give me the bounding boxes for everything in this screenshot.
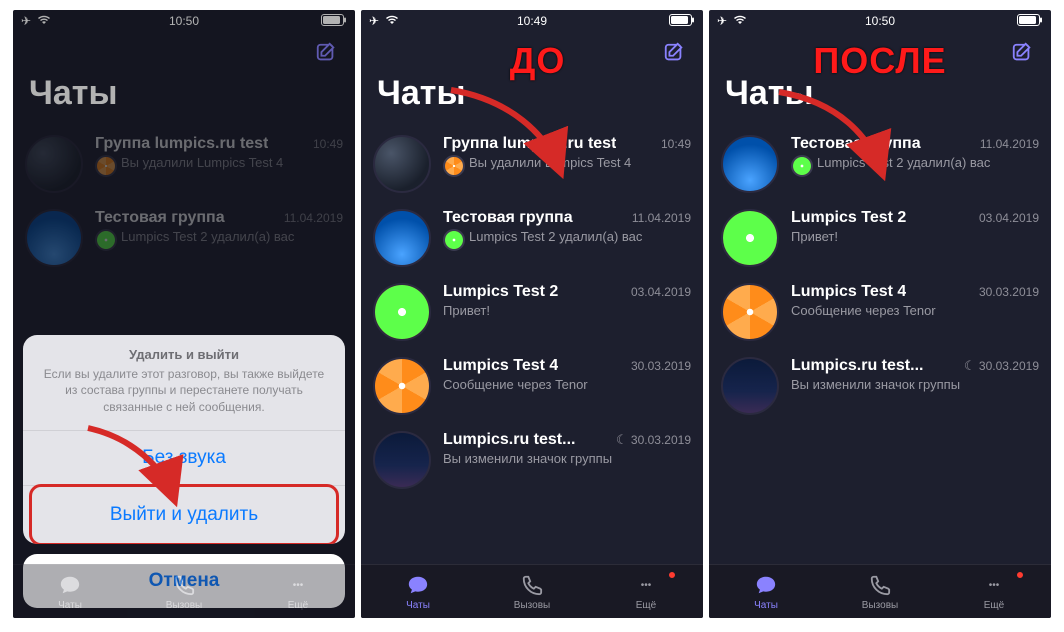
chat-snippet: Вы изменили значок группы bbox=[443, 451, 691, 467]
chat-time: 03.04.2019 bbox=[979, 211, 1039, 225]
chat-row[interactable]: Группа lumpics.ru test 10:49 Вы удалили L… bbox=[361, 127, 703, 201]
chat-avatar bbox=[721, 135, 779, 193]
sheet-description: Если вы удалите этот разговор, вы также … bbox=[23, 366, 345, 430]
chat-time: 11.04.2019 bbox=[632, 211, 691, 225]
chat-name: Lumpics Test 2 bbox=[791, 209, 906, 227]
chat-name: Lumpics Test 2 bbox=[443, 283, 558, 301]
screenshot-panel-1: ✈︎ 10:50 Чаты Группа lumpics.ru test 10:… bbox=[13, 10, 355, 618]
chat-row[interactable]: Lumpics.ru test... ☾ 30.03.2019 Вы изменил… bbox=[709, 349, 1051, 423]
chat-list: Группа lumpics.ru test 10:49 Вы удалили L… bbox=[361, 127, 703, 497]
status-bar: ✈︎ 10:50 bbox=[709, 10, 1051, 32]
chat-row[interactable]: Lumpics Test 2 03.04.2019 Привет! bbox=[709, 201, 1051, 275]
wifi-icon bbox=[733, 14, 747, 28]
chat-row[interactable]: Тестовая группа 11.04.2019 Lumpics Test 2… bbox=[709, 127, 1051, 201]
sender-mini-avatar bbox=[443, 229, 465, 251]
chat-avatar bbox=[373, 357, 431, 415]
chat-avatar bbox=[721, 209, 779, 267]
tab-calls[interactable]: Вызовы bbox=[823, 565, 937, 618]
chat-time: 30.03.2019 bbox=[979, 285, 1039, 299]
airplane-mode-icon: ✈︎ bbox=[717, 14, 727, 28]
chat-row[interactable]: Lumpics Test 2 03.04.2019 Привет! bbox=[361, 275, 703, 349]
badge-dot bbox=[667, 570, 677, 580]
chat-snippet: Привет! bbox=[443, 303, 691, 319]
overlay-label-after: ПОСЛЕ bbox=[813, 40, 946, 82]
mute-moon-icon: ☾ bbox=[964, 358, 976, 373]
chat-time: ☾ 30.03.2019 bbox=[612, 432, 691, 448]
tab-calls[interactable]: Вызовы bbox=[127, 565, 241, 618]
chat-row[interactable]: Lumpics Test 4 30.03.2019 Сообщение через… bbox=[709, 275, 1051, 349]
chat-snippet: Lumpics Test 2 удалил(а) вас bbox=[791, 155, 1039, 177]
airplane-mode-icon: ✈︎ bbox=[369, 14, 379, 28]
screenshot-panel-2: ✈︎ 10:49 Чаты Группа lumpics.ru test 10:… bbox=[361, 10, 703, 618]
chat-name: Lumpics Test 4 bbox=[443, 357, 558, 375]
overlay-label-before: ДО bbox=[510, 40, 566, 82]
chat-time: 10:49 bbox=[661, 137, 691, 151]
chat-time: 03.04.2019 bbox=[631, 285, 691, 299]
chat-snippet: Сообщение через Tenor bbox=[791, 303, 1039, 319]
battery-icon bbox=[669, 14, 695, 29]
chat-snippet: Вы удалили Lumpics Test 4 bbox=[443, 155, 691, 177]
chat-name: Lumpics.ru test... bbox=[443, 431, 575, 449]
tab-calls[interactable]: Вызовы bbox=[475, 565, 589, 618]
leave-and-delete-button[interactable]: Выйти и удалить bbox=[32, 488, 336, 542]
chat-avatar bbox=[373, 135, 431, 193]
tab-more[interactable]: •••Ещё bbox=[589, 565, 703, 618]
chat-snippet: Привет! bbox=[791, 229, 1039, 245]
chat-row[interactable]: Lumpics.ru test... ☾ 30.03.2019 Вы изменил… bbox=[361, 423, 703, 497]
status-bar: ✈︎ 10:49 bbox=[361, 10, 703, 32]
tab-chats[interactable]: Чаты bbox=[361, 565, 475, 618]
chat-name: Тестовая группа bbox=[443, 209, 573, 227]
status-time: 10:50 bbox=[865, 14, 895, 28]
status-time: 10:49 bbox=[517, 14, 547, 28]
chat-snippet: Вы изменили значок группы bbox=[791, 377, 1039, 393]
compose-button[interactable] bbox=[661, 40, 687, 66]
mute-moon-icon: ☾ bbox=[616, 432, 628, 447]
sender-mini-avatar bbox=[443, 155, 465, 177]
chat-name: Тестовая группа bbox=[791, 135, 921, 153]
screenshot-panel-3: ✈︎ 10:50 Чаты Тестовая группа 11.04.2019… bbox=[709, 10, 1051, 618]
sheet-title: Удалить и выйти bbox=[23, 335, 345, 366]
highlighted-action: Выйти и удалить bbox=[29, 484, 339, 544]
tab-bar: Чаты Вызовы •••Ещё bbox=[13, 564, 355, 618]
sender-mini-avatar bbox=[791, 155, 813, 177]
chat-avatar bbox=[373, 431, 431, 489]
tab-more[interactable]: •••Ещё bbox=[937, 565, 1051, 618]
chat-avatar bbox=[373, 283, 431, 341]
tab-chats[interactable]: Чаты bbox=[13, 565, 127, 618]
battery-icon bbox=[1017, 14, 1043, 29]
chat-avatar bbox=[373, 209, 431, 267]
tab-chats[interactable]: Чаты bbox=[709, 565, 823, 618]
chat-name: Lumpics.ru test... bbox=[791, 357, 923, 375]
chat-row[interactable]: Тестовая группа 11.04.2019 Lumpics Test 2… bbox=[361, 201, 703, 275]
mute-button[interactable]: Без звука bbox=[23, 431, 345, 485]
tab-bar: Чаты Вызовы •••Ещё bbox=[361, 564, 703, 618]
wifi-icon bbox=[385, 14, 399, 28]
chat-row[interactable]: Lumpics Test 4 30.03.2019 Сообщение через… bbox=[361, 349, 703, 423]
chat-list: Тестовая группа 11.04.2019 Lumpics Test 2… bbox=[709, 127, 1051, 423]
chat-time: ☾ 30.03.2019 bbox=[960, 358, 1039, 374]
chat-avatar bbox=[721, 357, 779, 415]
tab-more[interactable]: •••Ещё bbox=[241, 565, 355, 618]
chat-name: Lumpics Test 4 bbox=[791, 283, 906, 301]
chat-time: 11.04.2019 bbox=[980, 137, 1039, 151]
chat-name: Группа lumpics.ru test bbox=[443, 135, 616, 153]
chat-avatar bbox=[721, 283, 779, 341]
chat-snippet: Сообщение через Tenor bbox=[443, 377, 691, 393]
badge-dot bbox=[1015, 570, 1025, 580]
tab-bar: Чаты Вызовы •••Ещё bbox=[709, 564, 1051, 618]
chat-time: 30.03.2019 bbox=[631, 359, 691, 373]
chat-snippet: Lumpics Test 2 удалил(а) вас bbox=[443, 229, 691, 251]
compose-button[interactable] bbox=[1009, 40, 1035, 66]
